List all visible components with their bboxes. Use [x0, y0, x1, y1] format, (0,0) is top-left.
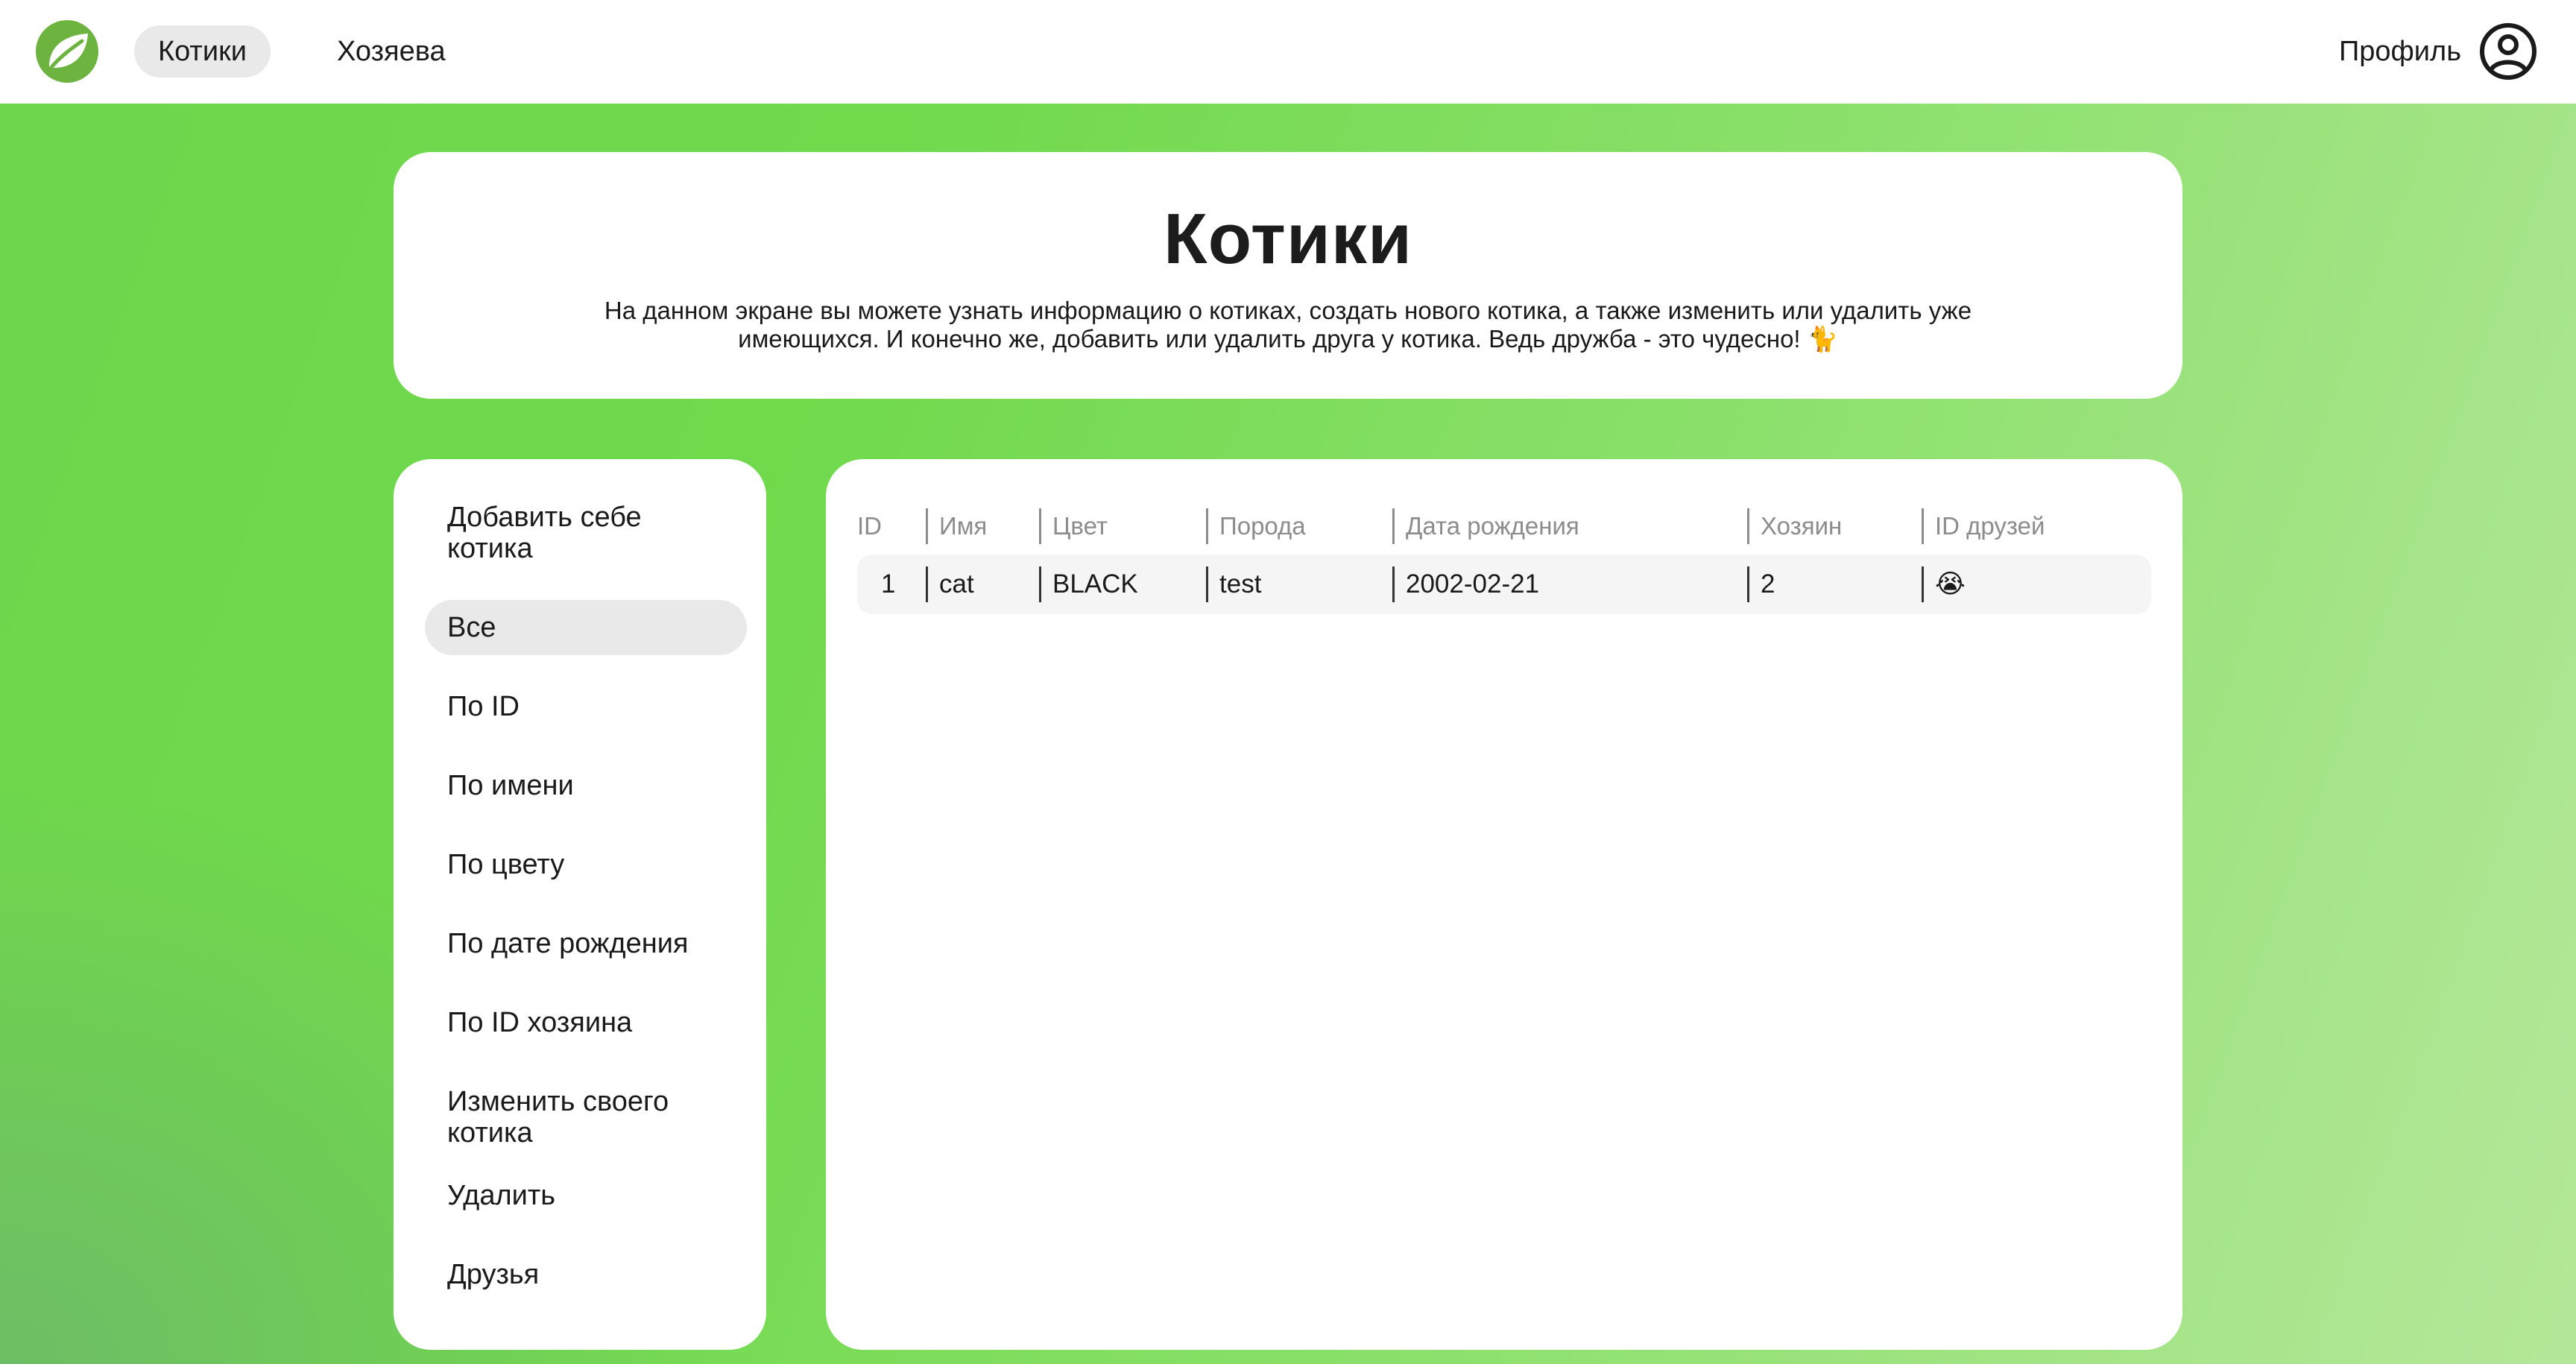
cats-table: ID Имя Цвет Порода Дата рождения Хозяин … — [826, 459, 2182, 1350]
cell-divider — [1922, 566, 1924, 602]
column-header-birth-date[interactable]: Дата рождения — [1406, 508, 1579, 544]
cell-divider — [1206, 566, 1208, 602]
column-header-color[interactable]: Цвет — [1052, 508, 1108, 544]
cell-breed: test — [1219, 569, 1262, 599]
page-title: Котики — [1164, 199, 1412, 279]
nav-tab-cats[interactable]: Котики — [134, 25, 271, 78]
sidebar-item-by-birth-date[interactable]: По дате рождения — [425, 928, 747, 959]
cell-divider — [1747, 566, 1749, 602]
profile-link[interactable]: Профиль — [2339, 25, 2461, 78]
sidebar-item-edit-cat[interactable]: Изменить своего котика — [425, 1086, 747, 1149]
column-header-friend-ids[interactable]: ID друзей — [1935, 508, 2045, 544]
user-circle-icon[interactable] — [2479, 22, 2537, 80]
top-navbar: Котики Хозяева Профиль — [0, 0, 2576, 104]
column-divider — [1922, 508, 1924, 544]
column-divider — [1039, 508, 1041, 544]
column-header-breed[interactable]: Порода — [1219, 508, 1306, 544]
column-header-owner[interactable]: Хозяин — [1761, 508, 1842, 544]
cell-divider — [1039, 566, 1041, 602]
sidebar-item-by-owner-id[interactable]: По ID хозяина — [425, 1007, 747, 1038]
page-description: На данном экране вы можете узнать информ… — [604, 297, 1972, 353]
sidebar-item-friends[interactable]: Друзья — [425, 1259, 747, 1290]
sidebar-item-all[interactable]: Все — [425, 600, 747, 655]
sidebar-menu: Добавить себе котика Все По ID По имени … — [394, 459, 766, 1350]
header-card: Котики На данном экране вы можете узнать… — [394, 152, 2182, 399]
leaf-logo-icon[interactable] — [34, 19, 100, 84]
sidebar-item-by-color[interactable]: По цвету — [425, 849, 747, 880]
cell-divider — [926, 566, 928, 602]
cell-name: cat — [939, 569, 974, 599]
cell-birth-date: 2002-02-21 — [1406, 569, 1540, 599]
cell-divider — [1392, 566, 1395, 602]
column-divider — [1747, 508, 1749, 544]
cell-color: BLACK — [1052, 569, 1138, 599]
cell-id: 1 — [881, 569, 896, 599]
cell-friend-ids: 😭 — [1935, 569, 1966, 599]
sidebar-item-add-cat[interactable]: Добавить себе котика — [425, 502, 747, 564]
column-divider — [926, 508, 928, 544]
column-header-name[interactable]: Имя — [939, 508, 987, 544]
sidebar-item-delete[interactable]: Удалить — [425, 1180, 747, 1211]
sidebar-item-by-id[interactable]: По ID — [425, 691, 747, 722]
nav-tab-owners[interactable]: Хозяева — [313, 25, 470, 78]
cell-owner: 2 — [1761, 569, 1775, 599]
sidebar-item-by-name[interactable]: По имени — [425, 770, 747, 801]
column-divider — [1206, 508, 1208, 544]
column-divider — [1392, 508, 1395, 544]
column-header-id[interactable]: ID — [857, 508, 882, 544]
